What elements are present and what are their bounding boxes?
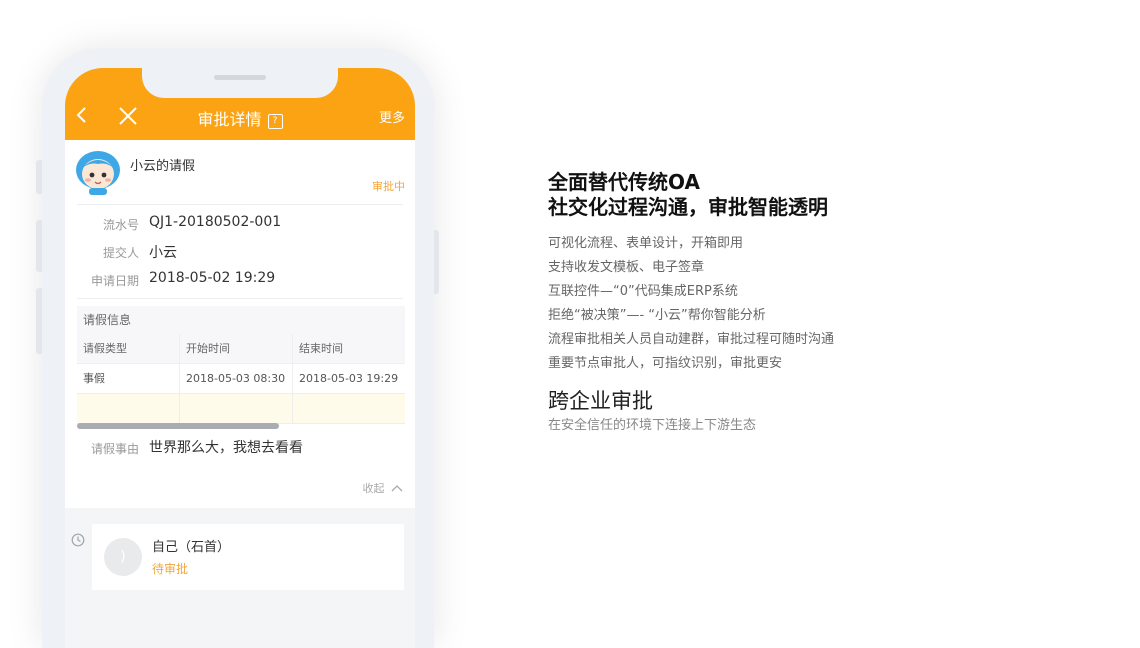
feature-item: 互联控件—“0”代码集成ERP系统: [548, 284, 738, 299]
headline-line-1: 全面替代传统OA: [548, 170, 700, 194]
help-icon[interactable]: ?: [267, 114, 283, 129]
phone-side-button: [36, 220, 42, 272]
phone-side-button: [36, 288, 42, 354]
cloud-mascot-avatar: [76, 151, 120, 195]
feature-item: 可视化流程、表单设计，开箱即用: [548, 236, 744, 251]
page-title-text: 审批详情: [197, 110, 262, 129]
table-cell: [293, 394, 405, 423]
collapse-label: 收起: [362, 482, 385, 495]
feature-item: 流程审批相关人员自动建群，审批过程可随时沟通: [548, 332, 835, 347]
submitter-label: 提交人: [102, 246, 139, 260]
approver-card[interactable]: ) 自己（石首） 待审批: [92, 524, 404, 590]
feature-item: 支持收发文模板、电子签章: [548, 260, 705, 275]
horizontal-scrollbar[interactable]: [77, 423, 279, 429]
leave-info-title: 请假信息: [77, 306, 405, 334]
serial-number-value: QJ1-20180502-001: [149, 214, 282, 230]
status-badge: 审批中: [372, 180, 405, 193]
apply-date-label: 申请日期: [90, 274, 139, 288]
phone-side-button: [434, 230, 439, 294]
reason-label: 请假事由: [90, 442, 139, 456]
column-header: 结束时间: [299, 342, 343, 355]
column-header: 请假类型: [77, 334, 180, 363]
phone-side-button: [36, 160, 42, 194]
feature-item: 拒绝“被决策”—- “小云”帮你智能分析: [548, 308, 766, 323]
phone-mockup: 审批详情? 更多 小云的请假 审批中 流水号 QJ1-20180502-001: [36, 48, 439, 648]
feature-list: 可视化流程、表单设计，开箱即用 支持收发文模板、电子签章 互联控件—“0”代码集…: [548, 232, 1108, 376]
table-row-empty: [77, 394, 405, 424]
more-button[interactable]: 更多: [379, 107, 405, 126]
collapse-button[interactable]: 收起: [363, 480, 404, 496]
request-detail-card: 小云的请假 审批中 流水号 QJ1-20180502-001 提交人 小云 申请…: [65, 140, 415, 508]
section-description: 在安全信任的环境下连接上下游生态: [548, 418, 757, 433]
divider: [77, 204, 403, 205]
request-title: 小云的请假: [130, 159, 196, 174]
section-title: 跨企业审批: [548, 389, 653, 413]
page-title: 审批详情?: [65, 106, 415, 130]
table-header-row: 请假类型 开始时间 结束时间: [77, 334, 405, 364]
reason-value: 世界那么大，我想去看看: [149, 440, 303, 456]
approver-avatar: ): [104, 538, 142, 576]
feature-item: 重要节点审批人，可指纹识别，审批更安: [548, 356, 783, 371]
headline-line-2: 社交化过程沟通，审批智能透明: [548, 195, 828, 219]
table-cell: [180, 394, 293, 423]
phone-notch: [142, 68, 338, 98]
table-row: 事假 2018-05-03 08:30 2018-05-03 19:29: [77, 364, 405, 394]
divider: [77, 298, 403, 299]
apply-date-value: 2018-05-02 19:29: [149, 270, 276, 286]
submitter-value: 小云: [149, 245, 177, 261]
marketing-copy: 全面替代传统OA 社交化过程沟通，审批智能透明 可视化流程、表单设计，开箱即用 …: [548, 170, 1108, 436]
leave-info-table: 请假信息 请假类型 开始时间 结束时间 事假 2018-05-03 08:30 …: [77, 306, 405, 424]
speaker-grille: [214, 75, 266, 80]
serial-number-label: 流水号: [102, 218, 139, 232]
table-cell: 2018-05-03 08:30: [180, 364, 293, 393]
phone-screen: 审批详情? 更多 小云的请假 审批中 流水号 QJ1-20180502-001: [65, 68, 415, 648]
chevron-up-icon: [391, 485, 403, 492]
table-cell: 2018-05-03 19:29: [299, 372, 399, 385]
approver-status: 待审批: [152, 562, 189, 576]
table-cell: [77, 394, 180, 423]
column-header: 开始时间: [180, 334, 293, 363]
clock-icon: [71, 533, 85, 547]
approver-name: 自己（石首）: [152, 540, 231, 555]
table-cell: 事假: [77, 364, 180, 393]
